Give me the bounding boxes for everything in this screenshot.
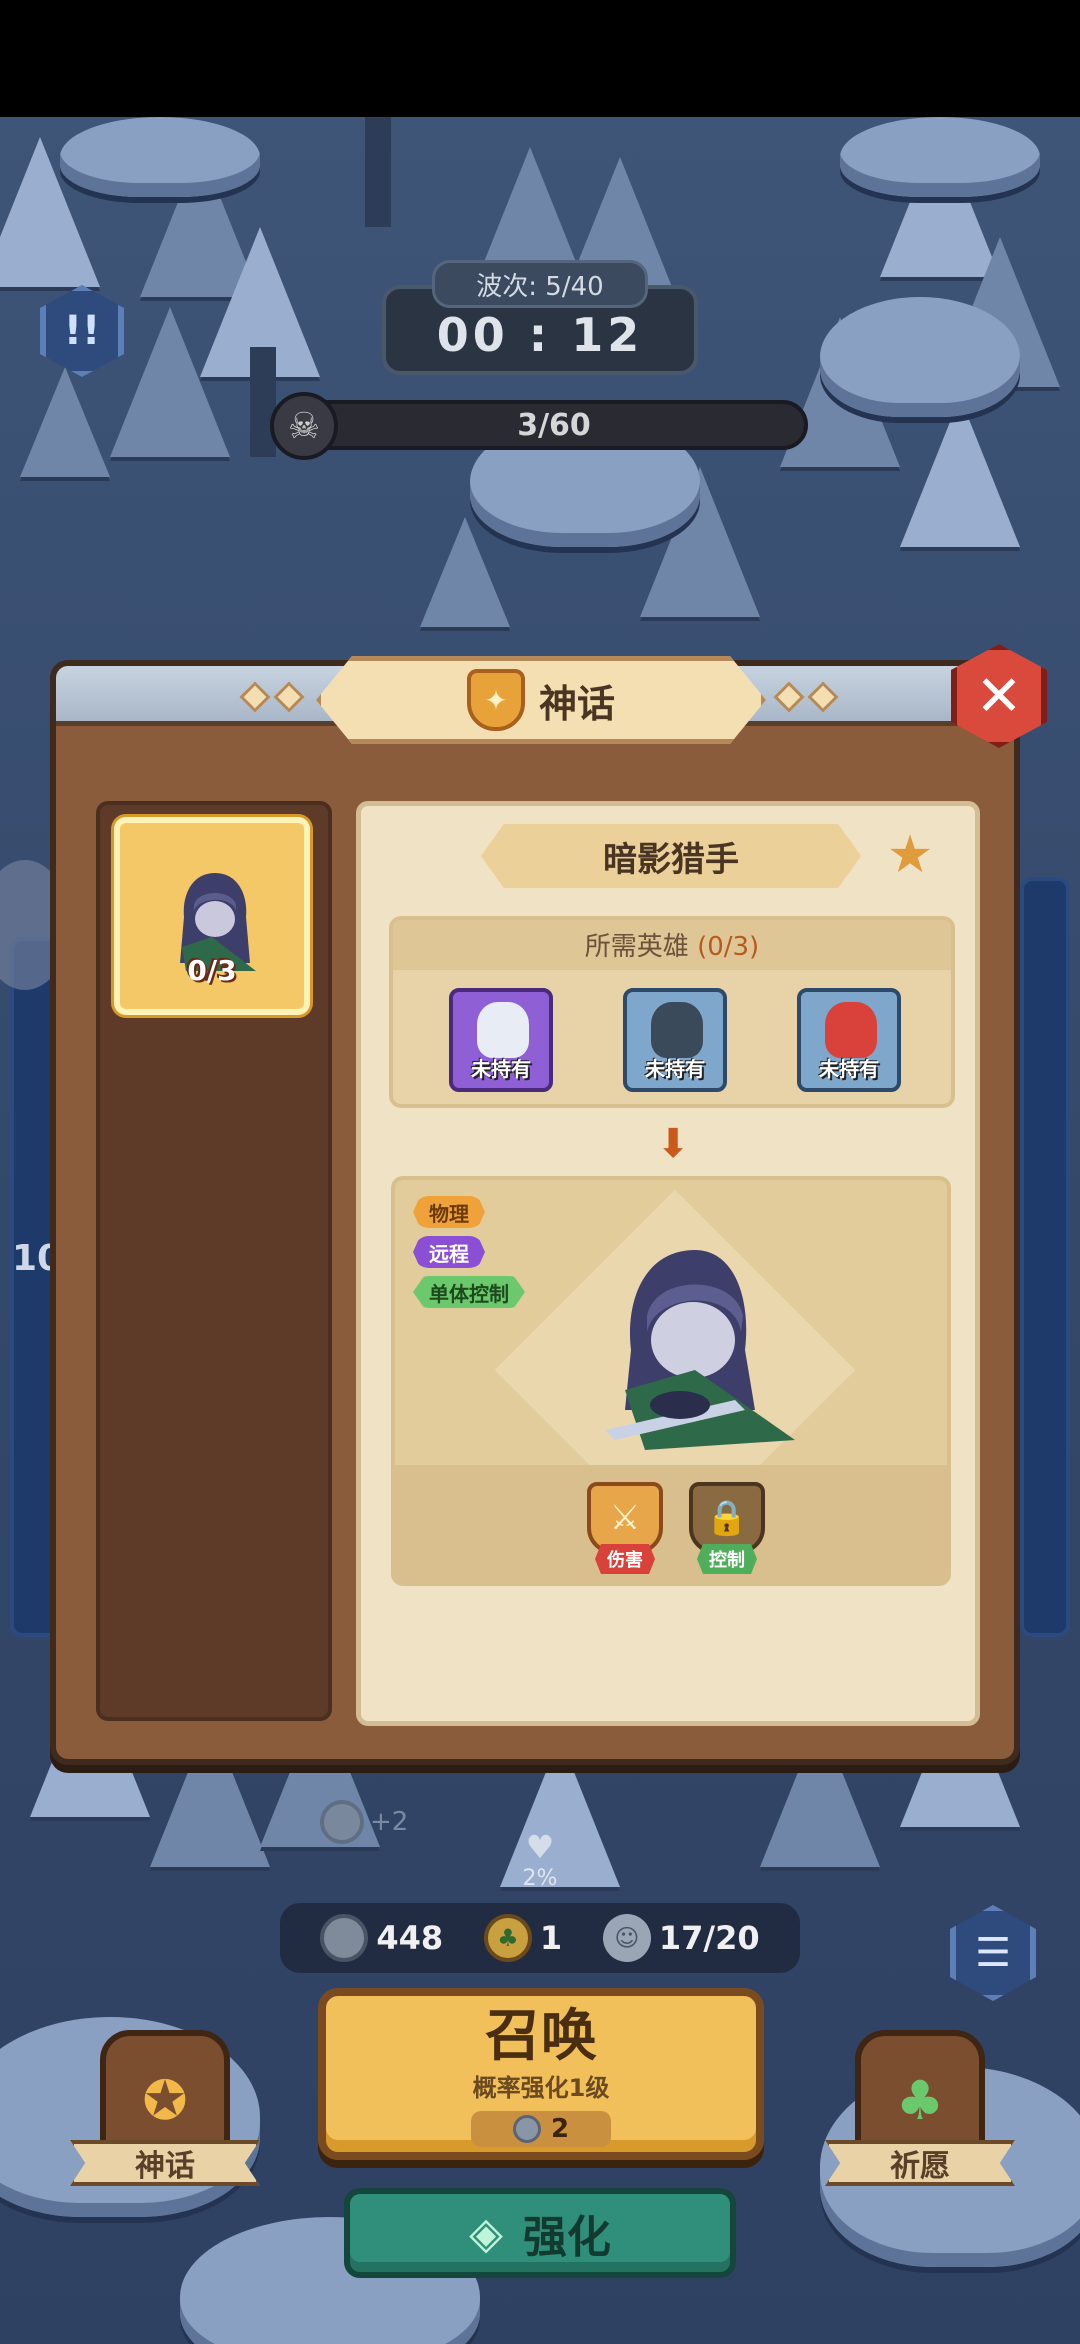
tree-trunk bbox=[365, 117, 391, 227]
tree-trunk bbox=[250, 347, 276, 457]
tree-decoration bbox=[20, 367, 110, 477]
wish-button-label: 祈愿 bbox=[825, 2140, 1015, 2186]
summon-cost: 2 bbox=[471, 2110, 611, 2147]
skill-control-label: 控制 bbox=[697, 1544, 757, 1574]
upgrade-chevron-icon: ◈ bbox=[469, 2207, 503, 2259]
heart-hand-icon: ♥ bbox=[525, 1828, 555, 1866]
required-hero-demon[interactable]: 未持有 bbox=[797, 988, 901, 1092]
hero-name: 暗影猎手 bbox=[481, 824, 861, 888]
knight-helmet-icon bbox=[651, 1002, 703, 1058]
tree-decoration bbox=[110, 307, 230, 457]
lock-icon: 🔒 bbox=[689, 1482, 765, 1554]
demon-icon bbox=[825, 1002, 877, 1058]
tree-decoration bbox=[900, 397, 1020, 547]
wish-button[interactable]: ♣ 祈愿 bbox=[825, 2030, 1015, 2200]
coin-gain-text: +2 bbox=[370, 1807, 409, 1837]
units-value: 17/20 bbox=[658, 1919, 760, 1957]
tag-ranged: 远程 bbox=[413, 1236, 485, 1268]
required-count: (0/3) bbox=[697, 932, 760, 962]
dialog-title-banner: ✦ 神话 bbox=[316, 656, 766, 744]
wave-counter: 波次: 5/40 bbox=[432, 260, 648, 308]
hero-detail-panel: 暗影猎手 ★ 所需英雄 (0/3) 未持有 未持有 未持有 ⬇ 物理 远程 单体… bbox=[356, 801, 980, 1726]
hero-status-label: 未持有 bbox=[819, 1057, 879, 1081]
coin-icon bbox=[512, 2114, 541, 2143]
close-icon: ✕ bbox=[975, 663, 1023, 729]
shadow-hunter-figure-icon bbox=[605, 1250, 795, 1450]
required-hero-penguin[interactable]: 未持有 bbox=[449, 988, 553, 1092]
hero-showcase: 物理 远程 单体控制 ⚔ 伤害 🔒 控制 bbox=[391, 1176, 951, 1586]
required-label: 所需英雄 bbox=[584, 932, 689, 962]
tag-physical: 物理 bbox=[413, 1196, 485, 1228]
coins-value: 448 bbox=[376, 1919, 444, 1957]
clover-value: 1 bbox=[539, 1919, 563, 1957]
menu-icon: ☰ bbox=[975, 1930, 1011, 1976]
required-heroes-title: 所需英雄 (0/3) bbox=[393, 926, 951, 966]
mythic-badge-icon: ✦ bbox=[466, 669, 525, 731]
river-right bbox=[1020, 877, 1070, 1637]
required-hero-knight[interactable]: 未持有 bbox=[623, 988, 727, 1092]
kill-count: 3/60 bbox=[517, 407, 591, 443]
resource-coins: 448 bbox=[320, 1914, 443, 1962]
dialog-title: 神话 bbox=[538, 681, 615, 726]
enhance-button[interactable]: ◈ 强化 bbox=[344, 2188, 736, 2278]
kill-progress-bar: 3/60 bbox=[300, 400, 808, 450]
snow-mound bbox=[60, 117, 260, 197]
hero-status-label: 未持有 bbox=[645, 1057, 705, 1081]
luck-indicator: ♥ 2% bbox=[500, 1828, 580, 1898]
mythic-button[interactable]: ✪ 神话 bbox=[70, 2030, 260, 2200]
skill-damage-label: 伤害 bbox=[595, 1544, 655, 1574]
skill-control[interactable]: 🔒 控制 bbox=[685, 1482, 769, 1578]
enhance-label: 强化 bbox=[522, 2212, 611, 2263]
hero-card-shadow-hunter[interactable]: 0/3 bbox=[114, 817, 310, 1015]
snow-mound bbox=[840, 117, 1040, 197]
hero-status-label: 未持有 bbox=[471, 1057, 531, 1081]
summon-button[interactable]: 召唤 概率强化1级 2 bbox=[318, 1988, 764, 2160]
fire-sword-icon: ⚔ bbox=[587, 1482, 663, 1554]
summon-title: 召唤 bbox=[485, 2004, 597, 2069]
luck-text: 2% bbox=[522, 1866, 558, 1891]
coin-gain-indicator: +2 bbox=[320, 1800, 408, 1844]
tree-decoration bbox=[420, 517, 510, 627]
alert-icon: !! bbox=[63, 308, 101, 354]
arrow-down-icon: ⬇ bbox=[656, 1121, 690, 1167]
skill-damage[interactable]: ⚔ 伤害 bbox=[583, 1482, 667, 1578]
clover-icon: ♣ bbox=[483, 1914, 532, 1962]
summon-subtitle: 概率强化1级 bbox=[472, 2073, 610, 2102]
unit-icon: ☺ bbox=[602, 1914, 651, 1962]
silver-coin-icon bbox=[320, 1914, 369, 1962]
status-bar-area bbox=[0, 0, 1080, 117]
required-heroes-box: 所需英雄 (0/3) 未持有 未持有 未持有 bbox=[389, 916, 955, 1108]
coin-icon bbox=[320, 1800, 364, 1844]
mythic-button-label: 神话 bbox=[70, 2140, 260, 2186]
showcase-floor bbox=[395, 1465, 947, 1582]
hero-list: 0/3 bbox=[96, 801, 332, 1721]
mythic-dialog: ✦ 神话 ✕ 0/3 暗影猎手 ★ 所需英雄 (0/3) 未持有 未持有 未持有… bbox=[50, 644, 1047, 1765]
skull-icon: ☠ bbox=[270, 392, 338, 460]
tag-single-control: 单体控制 bbox=[413, 1276, 525, 1308]
resource-bar: 448 ♣ 1 ☺ 17/20 bbox=[280, 1903, 800, 1973]
penguin-icon bbox=[477, 1002, 529, 1058]
resource-units: ☺ 17/20 bbox=[602, 1914, 760, 1962]
resource-clover: ♣ 1 bbox=[483, 1914, 563, 1962]
summon-cost-value: 2 bbox=[550, 2113, 570, 2144]
hero-fragment-count: 0/3 bbox=[187, 954, 237, 987]
snow-mound bbox=[820, 297, 1020, 417]
star-icon[interactable]: ★ bbox=[881, 825, 939, 885]
